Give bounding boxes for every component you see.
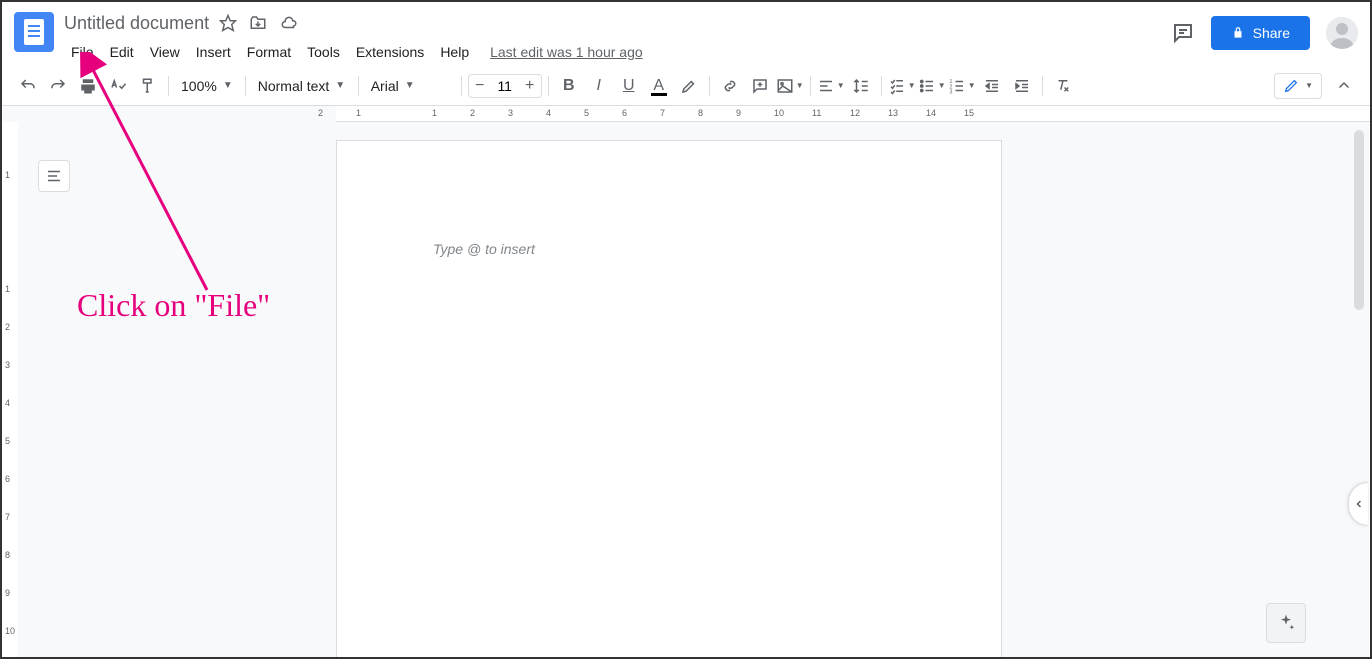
cloud-status-icon[interactable] xyxy=(279,14,299,32)
line-spacing-button[interactable] xyxy=(847,72,875,100)
vertical-scrollbar[interactable] xyxy=(1352,122,1366,657)
italic-button[interactable]: I xyxy=(585,72,613,100)
document-page[interactable]: Type @ to insert xyxy=(336,140,1002,657)
font-size-control: − + xyxy=(468,74,542,98)
insert-image-button[interactable]: ▼ xyxy=(776,72,804,100)
account-avatar[interactable] xyxy=(1326,17,1358,49)
menu-view[interactable]: View xyxy=(143,40,187,64)
decrease-indent-button[interactable] xyxy=(978,72,1006,100)
highlight-button[interactable] xyxy=(675,72,703,100)
last-edit-link[interactable]: Last edit was 1 hour ago xyxy=(490,44,643,60)
move-icon[interactable] xyxy=(249,14,267,32)
document-placeholder: Type @ to insert xyxy=(433,241,535,257)
menu-insert[interactable]: Insert xyxy=(189,40,238,64)
lock-icon xyxy=(1231,26,1245,40)
docs-logo[interactable] xyxy=(14,12,54,52)
document-title[interactable]: Untitled document xyxy=(64,13,209,34)
spellcheck-button[interactable] xyxy=(104,72,132,100)
font-dropdown[interactable]: Arial▼ xyxy=(365,72,455,100)
print-button[interactable] xyxy=(74,72,102,100)
checklist-button[interactable]: ▼ xyxy=(888,72,916,100)
bulleted-list-button[interactable]: ▼ xyxy=(918,72,946,100)
comment-history-icon[interactable] xyxy=(1171,21,1195,45)
hide-menus-button[interactable] xyxy=(1330,72,1358,100)
menu-format[interactable]: Format xyxy=(240,40,298,64)
zoom-dropdown[interactable]: 100%▼ xyxy=(175,72,239,100)
underline-button[interactable]: U xyxy=(615,72,643,100)
menu-tools[interactable]: Tools xyxy=(300,40,347,64)
menu-help[interactable]: Help xyxy=(433,40,476,64)
star-icon[interactable] xyxy=(219,14,237,32)
horizontal-ruler[interactable]: 21123456789101112131415 xyxy=(2,106,1370,122)
menu-edit[interactable]: Edit xyxy=(103,40,141,64)
align-button[interactable]: ▼ xyxy=(817,72,845,100)
vertical-ruler[interactable]: 112345678910 xyxy=(2,122,18,657)
pencil-icon xyxy=(1283,78,1299,94)
bold-button[interactable]: B xyxy=(555,72,583,100)
paint-format-button[interactable] xyxy=(134,72,162,100)
insert-link-button[interactable] xyxy=(716,72,744,100)
svg-text:3: 3 xyxy=(949,89,952,95)
numbered-list-button[interactable]: 123▼ xyxy=(948,72,976,100)
menu-extensions[interactable]: Extensions xyxy=(349,40,431,64)
undo-button[interactable] xyxy=(14,72,42,100)
editing-mode-button[interactable]: ▼ xyxy=(1274,73,1322,99)
paragraph-style-dropdown[interactable]: Normal text▼ xyxy=(252,72,352,100)
annotation-text: Click on "File" xyxy=(77,287,270,324)
clear-formatting-button[interactable] xyxy=(1049,72,1077,100)
font-size-increase[interactable]: + xyxy=(519,75,541,97)
explore-button[interactable] xyxy=(1266,603,1306,643)
share-label: Share xyxy=(1253,25,1290,41)
text-color-button[interactable]: A xyxy=(645,72,673,100)
menu-file[interactable]: File xyxy=(64,40,101,64)
redo-button[interactable] xyxy=(44,72,72,100)
increase-indent-button[interactable] xyxy=(1008,72,1036,100)
font-size-input[interactable] xyxy=(491,78,519,94)
add-comment-button[interactable] xyxy=(746,72,774,100)
scrollbar-thumb[interactable] xyxy=(1354,130,1364,310)
document-outline-button[interactable] xyxy=(38,160,70,192)
share-button[interactable]: Share xyxy=(1211,16,1310,50)
font-size-decrease[interactable]: − xyxy=(469,75,491,97)
